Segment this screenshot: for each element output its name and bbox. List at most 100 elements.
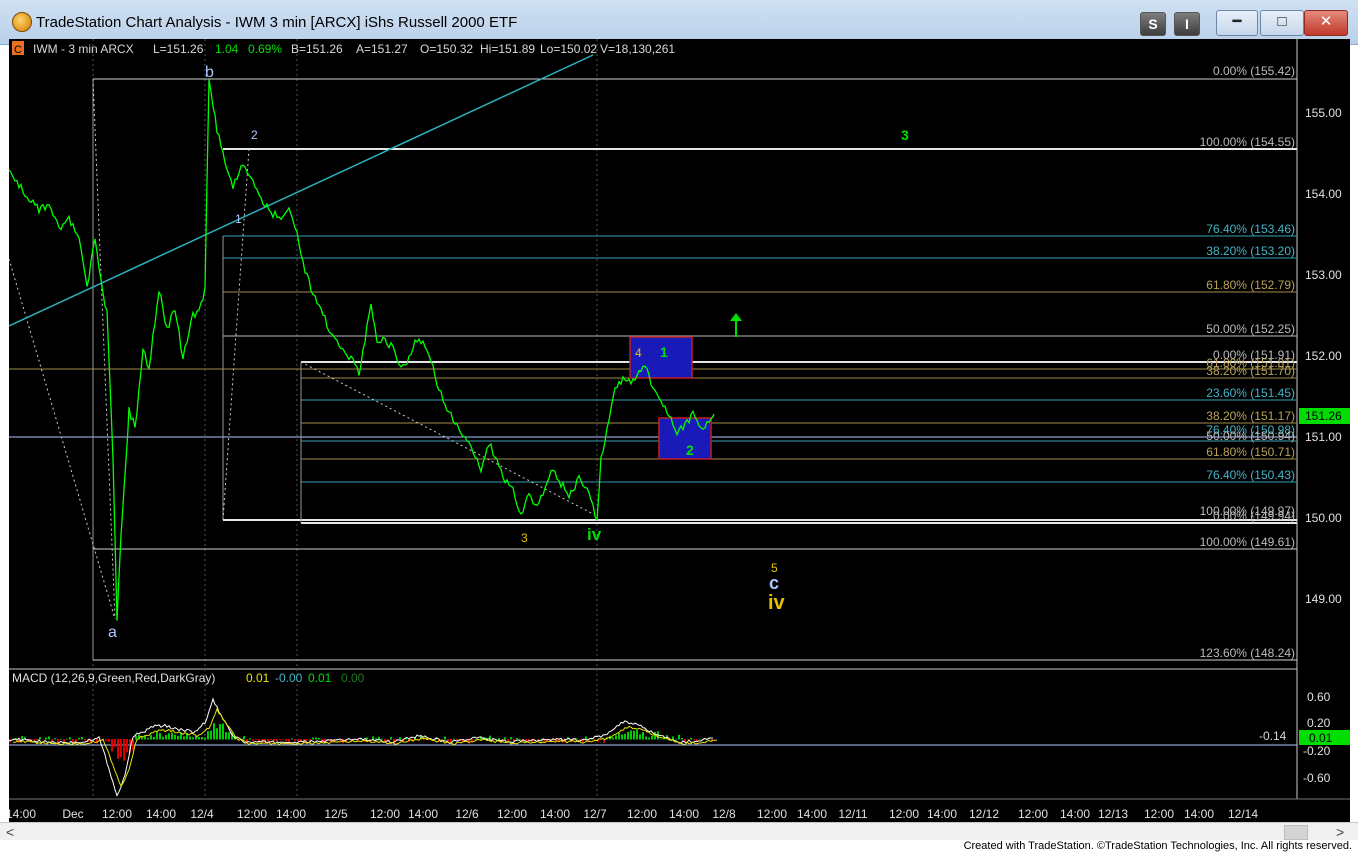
macd-bar [672,736,674,740]
i-toolbar-button[interactable]: I [1174,12,1200,36]
macd-bar [612,737,614,740]
fib-label: 76.40% (153.46) [1206,222,1295,236]
volume-value: V=18,130,261 [600,42,675,56]
s-toolbar-button[interactable]: S [1140,12,1166,36]
macd-bar [168,733,170,740]
symbol-label: IWM - 3 min ARCX [33,42,134,56]
dotted-trendlines [9,78,598,620]
fib-label: 76.40% (150.43) [1206,468,1295,482]
chart-c-label: C [14,44,22,56]
macd-bar [81,737,83,740]
macd-value-3: 0.01 [308,671,332,685]
macd-bar [498,738,500,740]
high-value: Hi=151.89 [480,42,535,56]
macd-bar [645,736,647,740]
macd-bar [699,738,701,740]
minimize-button[interactable]: ━ [1216,10,1258,36]
macd-bar [504,737,506,740]
macd-bar [54,738,56,740]
chart-canvas[interactable]: C IWM - 3 min ARCX L=151.26 1.04 0.69% B… [9,39,1350,826]
macd-bar [624,733,626,740]
macd-bar [201,737,203,740]
scroll-thumb[interactable] [1284,825,1308,840]
macd-bar [183,736,185,740]
price-tick: 153.00 [1305,268,1342,282]
time-tick: 12/13 [1098,807,1128,821]
price-tick: 152.00 [1305,349,1342,363]
macd-bar [297,739,299,742]
macd-bar [276,739,278,742]
macd-bar [213,723,215,740]
trendline [300,361,598,517]
macd-bar [219,724,221,740]
scroll-right-icon[interactable]: > [1336,824,1344,840]
macd-tick: 0.20 [1307,716,1331,730]
price-tick: 155.00 [1305,106,1342,120]
fib-label: 0.00% (149.94) [1213,509,1295,523]
macd-bar [66,738,68,740]
macd-bar [621,734,623,740]
time-tick: 14:00 [276,807,306,821]
macd-bar [618,733,620,740]
horizontal-scrollbar[interactable]: < > [0,822,1358,841]
macd-tick: 0.60 [1307,690,1331,704]
macd-value-2: -0.00 [275,671,303,685]
macd-bar [441,739,443,740]
chart-panel[interactable]: C IWM - 3 min ARCX L=151.26 1.04 0.69% B… [9,39,1350,826]
macd-bar [207,731,209,740]
macd-value-4: 0.00 [341,671,365,685]
macd-bar [534,739,536,740]
macd-bar [696,739,698,741]
macd-bar [108,739,110,742]
macd-bar [279,739,281,740]
macd-bar [687,739,689,740]
scroll-left-icon[interactable]: < [6,824,14,840]
macd-bar [84,739,86,741]
fib-label: 0.00% (155.42) [1213,64,1295,78]
wave-label: 4 [635,346,642,360]
macd-bar [528,739,530,741]
macd-bar [285,739,287,742]
macd-bar [372,736,374,740]
macd-bar [60,738,62,740]
wave-label: b [205,64,214,81]
change-value: 1.04 [215,42,239,56]
macd-bar [474,738,476,740]
macd-bar [48,736,50,740]
macd-bar [378,736,380,740]
low-value: Lo=150.02 [540,42,597,56]
macd-bar [291,738,293,740]
macd-bar [126,739,128,753]
macd-bar [171,732,173,740]
macd-bar [690,737,692,740]
change-percent: 0.69% [248,42,282,56]
time-tick: 14:00 [146,807,176,821]
macd-bar [198,736,200,740]
maximize-button[interactable]: □ [1260,10,1304,36]
fib-label: 38.20% (151.17) [1206,409,1295,423]
macd-bar [633,730,635,740]
macd-bar [627,731,629,740]
macd-bar [306,739,308,741]
time-tick: 14:00 [1060,807,1090,821]
macd-bar [642,732,644,740]
status-bar: Created with TradeStation. ©TradeStation… [0,840,1358,855]
macd-bar [648,737,650,740]
macd-bar [45,737,47,740]
macd-bar [162,736,164,740]
macd-bar [165,734,167,740]
macd-bar [318,737,320,740]
macd-bar [36,739,38,740]
macd-bar [294,739,296,741]
time-tick: 12/12 [969,807,999,821]
tradestation-app-icon [12,12,32,32]
macd-bar [216,728,218,740]
wave-label: iv [768,592,786,614]
macd-bar [399,737,401,740]
macd-tick: -0.60 [1303,771,1331,785]
time-tick: 14:00 [927,807,957,821]
close-button[interactable]: ✕ [1304,10,1348,36]
macd-bar [651,735,653,740]
macd-bar [630,730,632,740]
trendline [222,148,250,521]
